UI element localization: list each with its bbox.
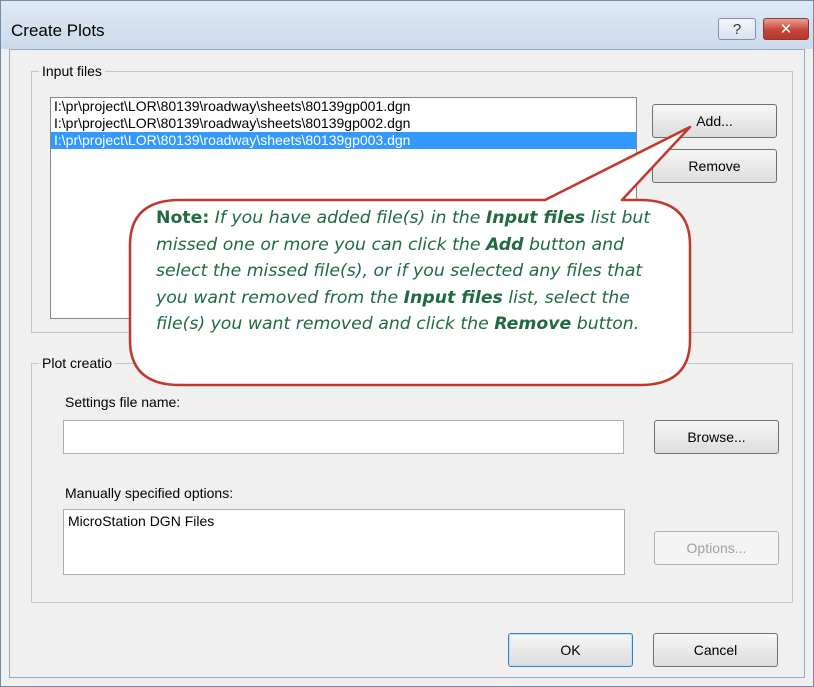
options-button[interactable]: Options...: [654, 531, 779, 565]
note-label: Note:: [156, 208, 210, 228]
add-button[interactable]: Add...: [652, 104, 777, 138]
note-emphasis-add: Add: [485, 234, 524, 255]
input-files-group-label: Input files: [39, 63, 105, 79]
window-title: Create Plots: [11, 21, 105, 40]
note-emphasis-input-files-2: Input files: [403, 287, 503, 308]
settings-file-label: Settings file name:: [65, 394, 181, 410]
help-icon: ?: [732, 20, 742, 38]
ok-button[interactable]: OK: [508, 633, 633, 667]
settings-file-input[interactable]: [63, 420, 624, 454]
plot-creation-group-label: Plot creatio: [39, 355, 116, 371]
title-bar[interactable]: Create Plots ? ✕: [1, 1, 813, 49]
manual-options-label: Manually specified options:: [65, 485, 234, 501]
close-icon: ✕: [779, 21, 793, 38]
note-text-5: button.: [576, 314, 640, 334]
note-emphasis-input-files: Input files: [485, 208, 586, 228]
help-button[interactable]: ?: [718, 18, 756, 40]
note-text-1: If you have added file(s) in the: [214, 208, 481, 228]
list-item[interactable]: I:\pr\project\LOR\80139\roadway\sheets\8…: [51, 132, 636, 149]
list-item[interactable]: I:\pr\project\LOR\80139\roadway\sheets\8…: [51, 98, 636, 115]
note-emphasis-remove: Remove: [494, 314, 572, 334]
list-item[interactable]: I:\pr\project\LOR\80139\roadway\sheets\8…: [51, 115, 636, 132]
cancel-button[interactable]: Cancel: [653, 633, 778, 667]
close-button[interactable]: ✕: [763, 18, 809, 40]
note-text: Note: If you have added file(s) in the I…: [156, 205, 666, 338]
manual-options-field[interactable]: MicroStation DGN Files: [63, 509, 625, 575]
remove-button[interactable]: Remove: [652, 149, 777, 183]
browse-button[interactable]: Browse...: [654, 420, 779, 454]
create-plots-dialog: Create Plots ? ✕ Input files I:\pr\proje…: [0, 0, 814, 687]
